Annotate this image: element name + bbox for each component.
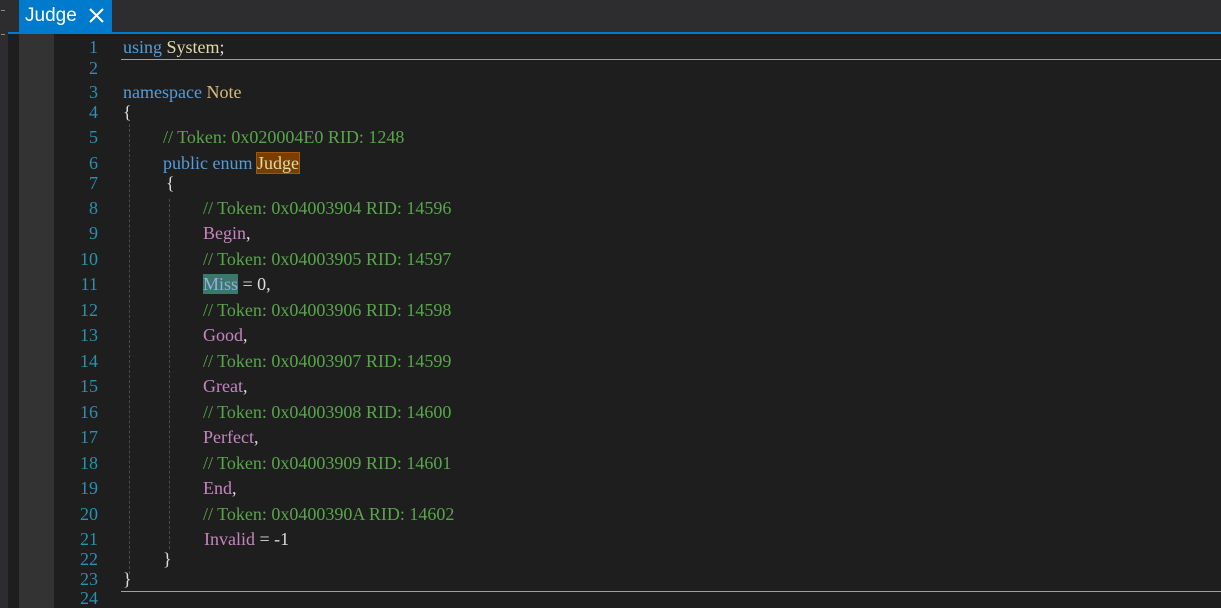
line-number: 15 <box>80 376 98 396</box>
line-number: 7 <box>89 173 98 193</box>
enum-member-invalid: Invalid <box>204 529 255 549</box>
enum-member-perfect: Perfect <box>203 427 254 447</box>
line-number: 1 <box>89 37 98 57</box>
assignment: = -1 <box>255 529 290 549</box>
code-line-13[interactable]: Good, <box>203 325 248 345</box>
enum-member-begin: Begin <box>203 223 246 243</box>
code-line-20[interactable]: // Token: 0x0400390A RID: 14602 <box>203 504 454 524</box>
line-number: 6 <box>89 153 98 173</box>
indent-guide <box>169 199 170 549</box>
line-number: 11 <box>80 274 98 294</box>
code-line-14[interactable]: // Token: 0x04003907 RID: 14599 <box>203 351 451 371</box>
code-line-9[interactable]: Begin, <box>203 223 251 243</box>
line-number: 22 <box>80 549 98 569</box>
keyword-enum: enum <box>212 153 253 173</box>
line-number: 16 <box>80 402 98 422</box>
code-line-22[interactable]: } <box>163 549 172 569</box>
enum-name-judge: Judge <box>256 152 300 174</box>
editor-margin <box>19 34 54 608</box>
line-number: 9 <box>89 223 98 243</box>
punct: , <box>246 223 251 243</box>
line-number: 14 <box>80 351 98 371</box>
line-number: 10 <box>80 249 98 269</box>
line-number: 12 <box>80 300 98 320</box>
code-line-12[interactable]: // Token: 0x04003906 RID: 14598 <box>203 300 451 320</box>
keyword-using: using <box>123 37 163 57</box>
code-line-10[interactable]: // Token: 0x04003905 RID: 14597 <box>203 249 451 269</box>
line-number: 24 <box>80 588 98 608</box>
code-line-4[interactable]: { <box>123 102 132 122</box>
code-line-1[interactable]: using System; <box>123 37 225 57</box>
code-line-6[interactable]: public enum Judge <box>163 152 300 174</box>
line-separator <box>121 59 1221 60</box>
tab-judge[interactable]: Judge <box>19 0 112 32</box>
code-editor[interactable]: 1 2 3 4 5 6 7 8 9 10 11 12 13 14 15 16 1… <box>8 34 1221 608</box>
assignment: = 0, <box>238 274 271 294</box>
code-line-23[interactable]: } <box>123 569 132 589</box>
line-number: 13 <box>80 325 98 345</box>
strip-mark <box>1 34 5 35</box>
line-number: 17 <box>80 427 98 447</box>
line-number: 23 <box>80 569 98 589</box>
code-line-17[interactable]: Perfect, <box>203 427 258 447</box>
line-number: 2 <box>89 58 98 78</box>
line-number: 20 <box>80 504 98 524</box>
enum-member-end: End <box>203 478 232 498</box>
punct: ; <box>219 37 225 57</box>
close-icon[interactable] <box>87 6 106 25</box>
code-line-16[interactable]: // Token: 0x04003908 RID: 14600 <box>203 402 451 422</box>
code-line-15[interactable]: Great, <box>203 376 247 396</box>
punct: , <box>242 376 248 396</box>
keyword-namespace: namespace <box>123 82 202 102</box>
namespace-name: Note <box>206 82 242 102</box>
enum-member-miss: Miss <box>203 274 239 294</box>
code-line-8[interactable]: // Token: 0x04003904 RID: 14596 <box>203 198 451 218</box>
punct: , <box>232 478 237 498</box>
line-number: 18 <box>80 453 98 473</box>
code-line-5[interactable]: // Token: 0x020004E0 RID: 1248 <box>163 127 404 147</box>
code-line-21[interactable]: Invalid = -1 <box>204 529 289 549</box>
line-separator <box>121 591 1221 592</box>
line-number: 8 <box>89 198 98 218</box>
tab-title: Judge <box>25 5 77 26</box>
code-line-11[interactable]: Miss = 0, <box>203 274 271 294</box>
line-number: 21 <box>80 529 98 549</box>
tab-bar: Judge <box>8 0 1221 32</box>
code-line-7[interactable]: { <box>166 173 175 193</box>
line-number: 19 <box>80 478 98 498</box>
punct: , <box>253 427 259 447</box>
code-line-3[interactable]: namespace Note <box>123 82 241 102</box>
code-line-19[interactable]: End, <box>203 478 237 498</box>
line-number: 5 <box>89 127 98 147</box>
keyword-public: public <box>163 153 208 173</box>
code-line-18[interactable]: // Token: 0x04003909 RID: 14601 <box>203 453 451 473</box>
enum-member-great: Great <box>203 376 243 396</box>
line-number: 3 <box>89 82 98 102</box>
line-number: 4 <box>89 102 98 122</box>
left-toolbar-strip <box>0 0 8 608</box>
enum-member-good: Good <box>203 325 243 345</box>
indent-guide <box>129 124 130 574</box>
type-system: System <box>166 37 220 57</box>
strip-mark <box>1 10 5 11</box>
punct: , <box>243 325 248 345</box>
